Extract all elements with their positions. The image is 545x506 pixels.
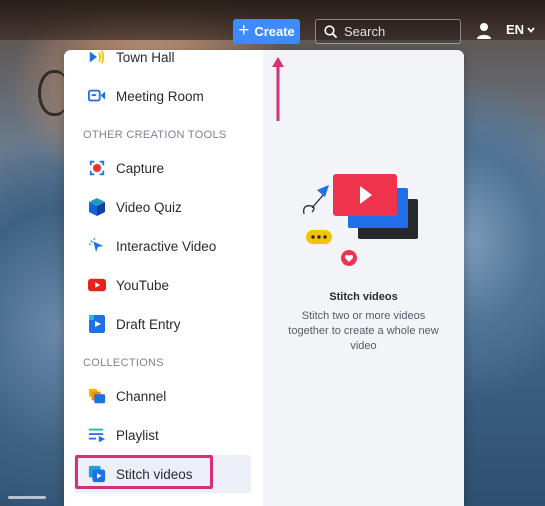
capture-icon <box>88 159 106 177</box>
stitch-videos-illustration <box>303 174 418 266</box>
draft-entry-icon <box>88 315 106 333</box>
youtube-icon <box>88 276 106 294</box>
menu-item-playlist[interactable]: Playlist <box>74 416 251 454</box>
preview-pane: Stitch videos Stitch two or more videos … <box>263 50 464 506</box>
video-quiz-icon <box>88 198 106 216</box>
menu-item-channel[interactable]: Channel <box>74 377 251 415</box>
language-label: EN <box>506 22 525 37</box>
menu-item-meeting-room[interactable]: Meeting Room <box>74 77 251 115</box>
language-selector[interactable]: EN <box>506 22 535 37</box>
interactive-video-icon <box>88 237 106 255</box>
menu-item-town-hall[interactable]: Town Hall <box>74 50 251 76</box>
preview-title: Stitch videos <box>329 291 398 303</box>
create-menu: Town Hall Meeting Room OTHER CREATION TO… <box>64 50 263 506</box>
preview-description: Stitch two or more videos together to cr… <box>288 310 439 352</box>
menu-item-capture[interactable]: Capture <box>74 149 251 187</box>
menu-item-label: Video Quiz <box>116 199 182 215</box>
create-dropdown-panel: Town Hall Meeting Room OTHER CREATION TO… <box>64 50 464 506</box>
search-box[interactable] <box>315 19 461 44</box>
menu-item-label: Interactive Video <box>116 238 217 254</box>
section-header-other-tools: OTHER CREATION TOOLS <box>83 129 227 141</box>
menu-item-video-quiz[interactable]: Video Quiz <box>74 188 251 226</box>
menu-item-label: Town Hall <box>116 50 175 65</box>
menu-item-label: Channel <box>116 388 167 404</box>
menu-item-label: Meeting Room <box>116 88 204 104</box>
town-hall-icon <box>88 50 106 66</box>
search-icon <box>324 25 337 38</box>
menu-item-label: Capture <box>116 160 165 176</box>
user-icon[interactable] <box>476 22 492 40</box>
annotation-arrow <box>272 57 284 121</box>
channel-icon <box>88 387 106 405</box>
create-button[interactable]: + Create <box>233 19 300 44</box>
section-header-collections: COLLECTIONS <box>83 357 164 369</box>
menu-item-label: Draft Entry <box>116 316 181 332</box>
menu-item-youtube[interactable]: YouTube <box>74 266 251 304</box>
highlight-annotation-box <box>75 455 213 489</box>
meeting-room-icon <box>88 87 106 105</box>
plus-icon: + <box>238 20 250 41</box>
search-input[interactable] <box>344 24 454 39</box>
scroll-indicator <box>8 496 46 499</box>
menu-item-label: YouTube <box>116 277 170 293</box>
playlist-icon <box>88 426 106 444</box>
menu-item-interactive-video[interactable]: Interactive Video <box>74 227 251 265</box>
menu-item-label: Playlist <box>116 427 159 443</box>
create-button-label: Create <box>254 24 295 39</box>
chevron-down-icon <box>527 26 535 33</box>
menu-item-draft-entry[interactable]: Draft Entry <box>74 305 251 343</box>
